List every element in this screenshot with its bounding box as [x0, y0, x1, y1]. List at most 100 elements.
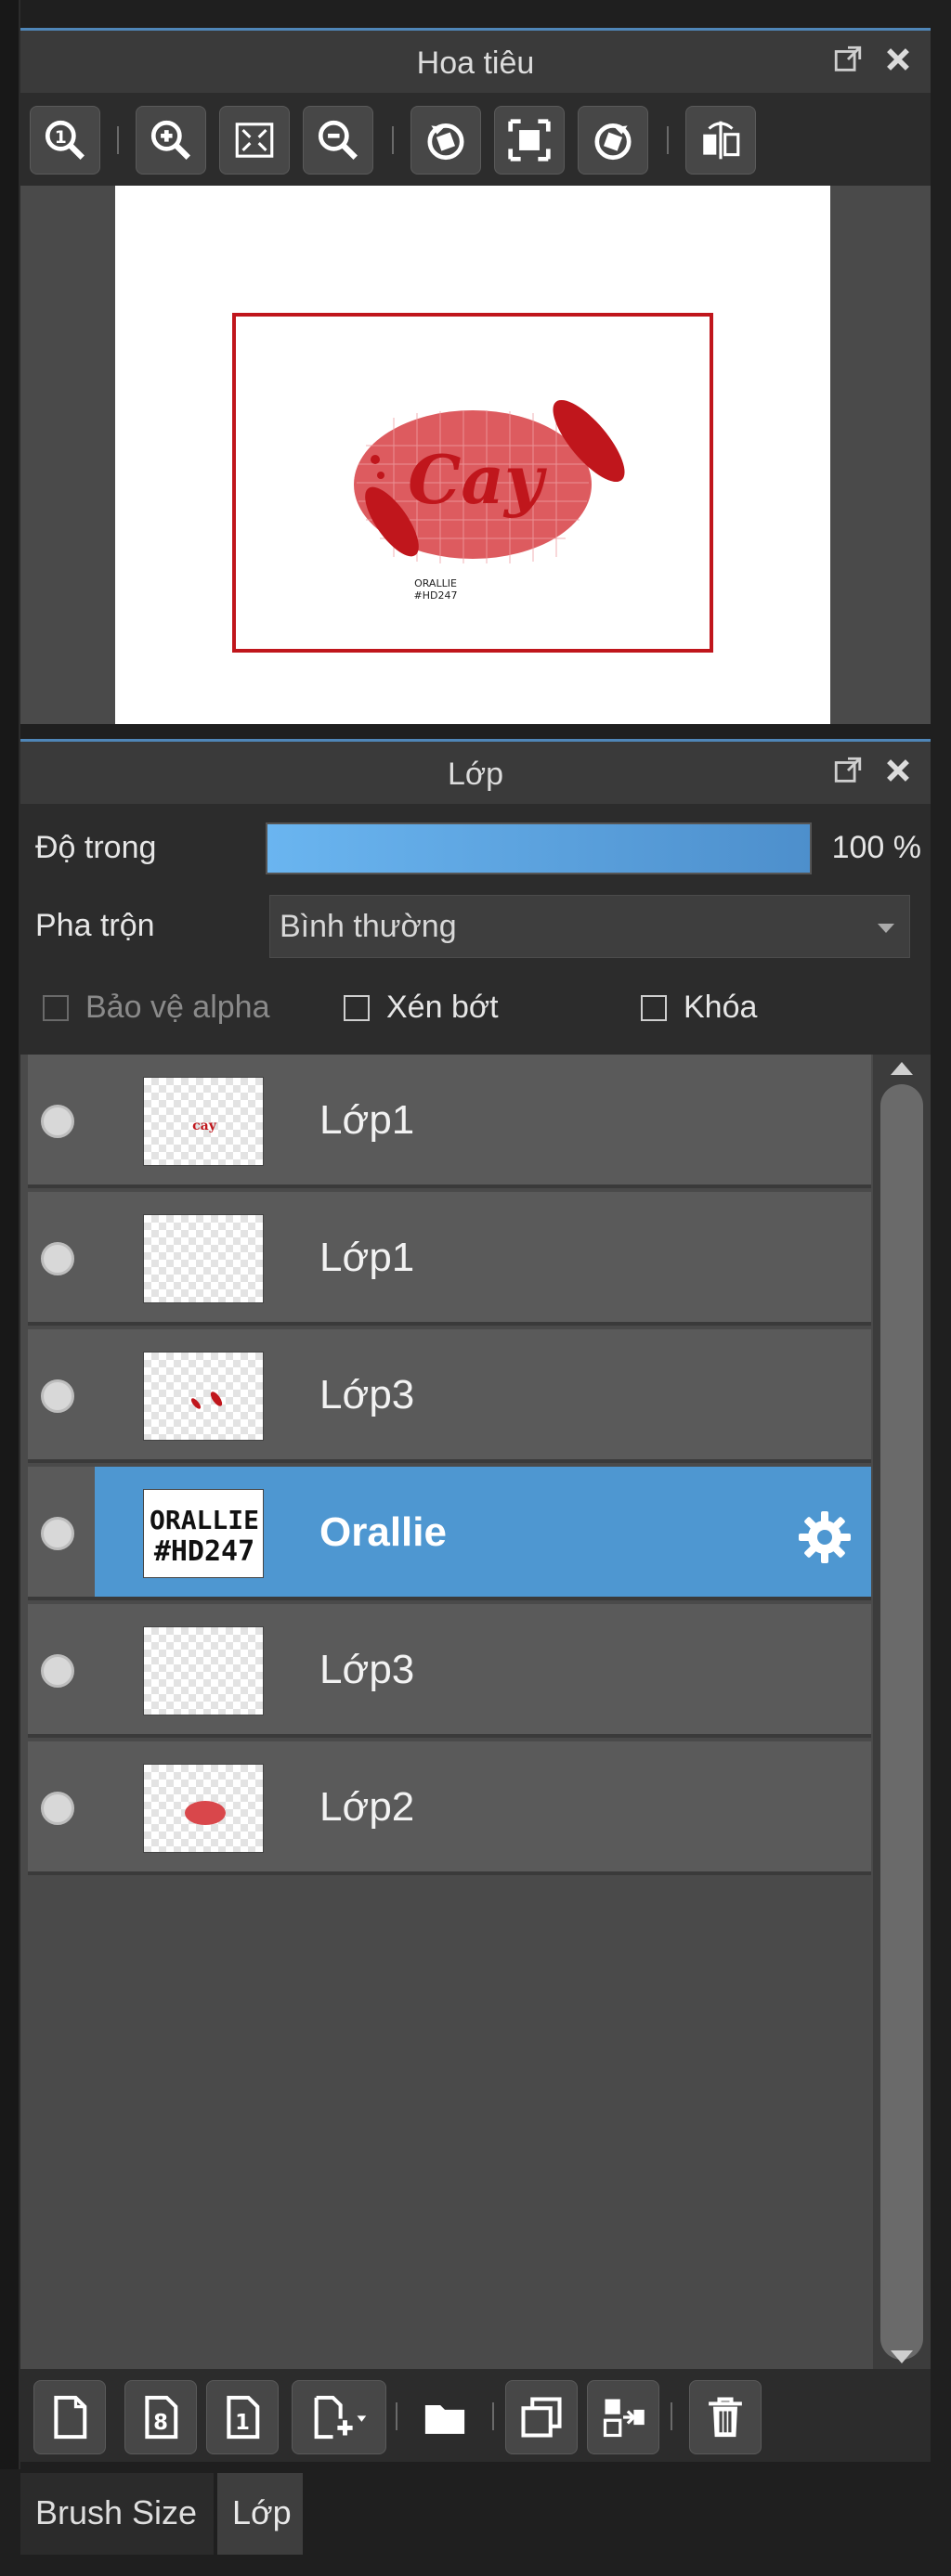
- chevron-down-icon: [878, 924, 894, 933]
- svg-text:8: 8: [153, 2411, 168, 2435]
- protect-alpha-label: Bảo vệ alpha: [85, 990, 270, 1025]
- opacity-value: 100 %: [831, 830, 921, 865]
- flip-button[interactable]: [685, 106, 756, 175]
- svg-text:ORALLIE: ORALLIE: [150, 1505, 259, 1535]
- new-8bit-layer-button[interactable]: 8: [124, 2380, 197, 2454]
- checkbox-box: [344, 994, 370, 1021]
- folder-icon: [424, 2405, 465, 2434]
- visibility-toggle-icon[interactable]: [41, 1105, 74, 1138]
- layer-controls: Độ trong 100 % Pha trộn Bình thường Bảo …: [20, 804, 931, 1055]
- layer-row[interactable]: Lớp2: [28, 1741, 871, 1875]
- svg-text:#HD247: #HD247: [154, 1535, 254, 1568]
- canvas-preview-artwork: Cay ORALLIE #HD247: [232, 313, 713, 653]
- blend-mode-select[interactable]: Bình thường: [269, 895, 910, 958]
- new-folder-button[interactable]: [409, 2380, 481, 2454]
- zoom-out-button[interactable]: [303, 106, 373, 175]
- clipping-checkbox[interactable]: Xén bớt: [344, 990, 499, 1026]
- layer-row[interactable]: Lớp3: [28, 1329, 871, 1463]
- layer-list[interactable]: cay Lớp1 Lớp1 Lớp3 ORALLIE #HD247 Oralli…: [20, 1055, 931, 2369]
- checkbox-box: [43, 994, 69, 1021]
- new-layer-icon: [54, 2395, 87, 2440]
- layer-row-selected[interactable]: ORALLIE #HD247 Orallie: [28, 1467, 871, 1600]
- layer-thumbnail: ORALLIE #HD247: [143, 1489, 264, 1578]
- rotate-right-icon: [594, 123, 632, 161]
- popout-icon[interactable]: [832, 755, 864, 786]
- blend-label: Pha trộn: [35, 908, 155, 943]
- layer-thumbnail: [143, 1764, 264, 1853]
- close-icon[interactable]: [882, 755, 914, 786]
- zoom-in-icon: [150, 120, 190, 160]
- layer-name: Lớp1: [319, 1097, 415, 1143]
- popout-icon[interactable]: [832, 44, 864, 75]
- layer-row[interactable]: cay Lớp1: [28, 1055, 871, 1188]
- layer-panel-title: Lớp: [447, 757, 504, 792]
- visibility-toggle-icon[interactable]: [41, 1242, 74, 1275]
- duplicate-layer-button[interactable]: [505, 2380, 578, 2454]
- gear-icon[interactable]: [795, 1508, 854, 1567]
- add-layer-menu-button[interactable]: [292, 2380, 386, 2454]
- tab-layer[interactable]: Lớp: [217, 2473, 303, 2555]
- visibility-toggle-icon[interactable]: [41, 1517, 74, 1550]
- new-1bit-layer-button[interactable]: 1: [206, 2380, 279, 2454]
- new-layer-button[interactable]: [33, 2380, 106, 2454]
- fit-window-icon: [508, 119, 551, 162]
- rotate-right-button[interactable]: [578, 106, 648, 175]
- layer-name: Lớp3: [319, 1647, 415, 1692]
- fit-window-button[interactable]: [494, 106, 565, 175]
- flip-icon: [703, 121, 740, 160]
- navigator-toolbar: 1: [20, 93, 931, 186]
- delete-icon: [709, 2397, 742, 2438]
- layer-name: Orallie: [319, 1509, 447, 1555]
- zoom-in-button[interactable]: [136, 106, 206, 175]
- svg-text:1: 1: [55, 128, 67, 148]
- svg-text:1: 1: [235, 2411, 250, 2435]
- navigator-canvas[interactable]: Cay ORALLIE #HD247: [115, 186, 830, 724]
- layer-name: Lớp2: [319, 1784, 415, 1830]
- layer-name: Lớp3: [319, 1372, 415, 1417]
- visibility-toggle-icon[interactable]: [41, 1379, 74, 1413]
- layer-thumbnail: [143, 1352, 264, 1441]
- rotate-left-icon: [427, 123, 464, 161]
- add-layer-menu-icon: [314, 2395, 367, 2440]
- scroll-up-icon[interactable]: [891, 1062, 913, 1075]
- close-icon[interactable]: [882, 44, 914, 75]
- opacity-slider[interactable]: [266, 822, 812, 874]
- tab-brush-size[interactable]: Brush Size: [20, 2473, 214, 2555]
- left-dock-edge: [0, 0, 20, 2576]
- artwork-small-text-2: #HD247: [414, 589, 458, 602]
- navigator-panel-header: Hoa tiêu: [20, 28, 931, 93]
- delete-layer-button[interactable]: [689, 2380, 762, 2454]
- merge-icon: [603, 2399, 645, 2438]
- scrollbar-thumb[interactable]: [880, 1084, 923, 2360]
- layer-name: Lớp1: [319, 1235, 415, 1280]
- fit-button[interactable]: [219, 106, 290, 175]
- layer-toolbar: 8 1: [20, 2369, 931, 2462]
- scroll-down-icon[interactable]: [891, 2350, 913, 2363]
- 1bit-layer-icon: 1: [227, 2395, 260, 2440]
- lock-checkbox[interactable]: Khóa: [641, 990, 757, 1026]
- zoom-reset-button[interactable]: 1: [30, 106, 100, 175]
- layer-panel-header: Lớp: [20, 739, 931, 804]
- layer-thumbnail: [143, 1214, 264, 1303]
- layer-list-scrollbar[interactable]: [873, 1055, 931, 2369]
- fit-icon: [235, 123, 274, 158]
- navigator-title: Hoa tiêu: [416, 45, 535, 81]
- layer-row[interactable]: Lớp1: [28, 1192, 871, 1326]
- checkbox-box: [641, 994, 667, 1021]
- rotate-left-button[interactable]: [410, 106, 481, 175]
- svg-text:cay: cay: [192, 1119, 217, 1133]
- visibility-toggle-icon[interactable]: [41, 1654, 74, 1688]
- duplicate-icon: [521, 2397, 562, 2438]
- blend-mode-value: Bình thường: [280, 909, 457, 944]
- visibility-toggle-icon[interactable]: [41, 1792, 74, 1825]
- opacity-label: Độ trong: [35, 830, 157, 865]
- navigator-preview-area[interactable]: Cay ORALLIE #HD247: [20, 186, 931, 724]
- protect-alpha-checkbox[interactable]: Bảo vệ alpha: [43, 990, 270, 1026]
- lock-label: Khóa: [684, 990, 758, 1025]
- layer-thumbnail: cay: [143, 1077, 264, 1166]
- layer-row[interactable]: Lớp3: [28, 1604, 871, 1738]
- zoom-reset-icon: 1: [45, 120, 85, 160]
- merge-layer-button[interactable]: [587, 2380, 659, 2454]
- artwork-main-text: Cay: [408, 440, 547, 519]
- layer-thumbnail: [143, 1626, 264, 1715]
